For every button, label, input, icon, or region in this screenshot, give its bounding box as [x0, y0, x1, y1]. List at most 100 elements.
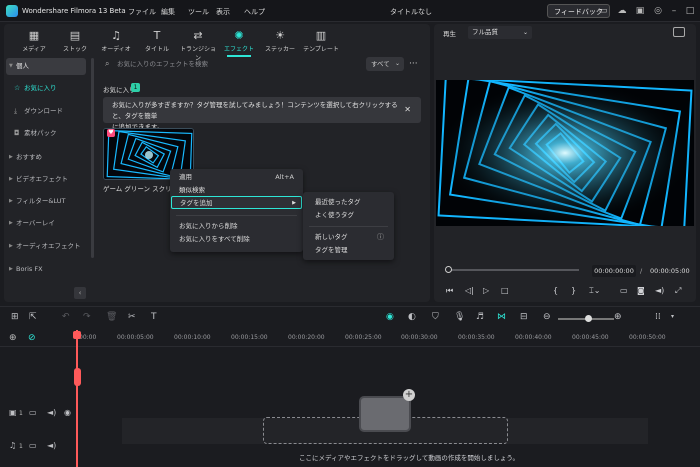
filter-dropdown[interactable]: すべて ⌄: [366, 57, 404, 71]
sidebar-item-overlay[interactable]: ▶ オーバーレイ: [6, 215, 86, 232]
monitor-output-icon[interactable]: ▭: [620, 286, 628, 296]
sidebar-item-personal[interactable]: ▼ 個人: [6, 58, 86, 75]
link-icon[interactable]: ⊟: [520, 312, 528, 322]
menu-divider: [309, 226, 388, 227]
zoom-in-icon[interactable]: ⊕: [614, 312, 622, 322]
tab-label: オーディオ: [101, 46, 131, 53]
preview-scrubber-handle[interactable]: [445, 266, 452, 273]
chevron-right-icon: ▶: [9, 176, 13, 182]
current-timecode[interactable]: 00:00:00:00: [592, 265, 636, 277]
help-icon[interactable]: ⓘ: [377, 231, 384, 244]
menu-label: お気に入りをすべて削除: [179, 235, 250, 243]
redo-icon[interactable]: ↷: [83, 312, 91, 322]
sidebar-item-material-pack[interactable]: ◘ 素材パック: [14, 125, 86, 142]
camera-snapshot-icon[interactable]: ◙: [637, 286, 645, 296]
sidebar-item-downloads[interactable]: ⤓ ダウンロード: [14, 103, 86, 120]
menu-item-add-tag[interactable]: タグを追加 ▶: [171, 196, 302, 209]
sidebar-item-recommended[interactable]: ▶ おすすめ: [6, 149, 86, 166]
maximize-icon[interactable]: □: [684, 5, 696, 17]
magnet-snap-icon[interactable]: ⋈: [497, 312, 506, 322]
minimize-icon[interactable]: –: [668, 5, 680, 17]
tab-transition[interactable]: ⇄ トランジション: [178, 27, 218, 62]
menu-item-remove-all-favorites[interactable]: お気に入りをすべて削除: [170, 233, 303, 246]
mute-icon[interactable]: ◄): [47, 408, 56, 417]
menu-item-remove-favorite[interactable]: お気に入りから削除: [170, 220, 303, 233]
tab-effect[interactable]: ✺ エフェクト: [219, 27, 259, 57]
collapse-sidebar-button[interactable]: ‹: [74, 287, 86, 299]
menu-tools[interactable]: ツール: [188, 7, 209, 17]
submenu-item-new-tag[interactable]: 新しいタグ ⓘ: [303, 231, 394, 244]
add-media-icon[interactable]: +: [403, 389, 415, 401]
submenu-item-manage-tags[interactable]: タグを管理: [303, 244, 394, 257]
stop-icon[interactable]: □: [501, 286, 509, 296]
stock-icon: ▤: [69, 29, 81, 42]
tab-audio[interactable]: ♫ オーディオ: [96, 27, 136, 55]
submenu-item-recent-tags[interactable]: 最近使ったタグ: [303, 196, 394, 209]
shortcut-label: Alt+A: [275, 173, 294, 181]
sidebar-item-favorites[interactable]: ☆ お気に入り: [14, 80, 86, 97]
cloud-upload-icon[interactable]: ☁: [616, 5, 628, 17]
add-track-icon[interactable]: ⊕: [9, 333, 17, 343]
folder-icon[interactable]: ▭: [29, 441, 37, 450]
link-track-icon[interactable]: ⊘: [28, 333, 36, 343]
search-input[interactable]: ⌕ お気に入りのエフェクトを検索: [103, 56, 361, 72]
favorite-heart-icon[interactable]: ♥: [107, 129, 115, 137]
chevron-down-icon[interactable]: ▾: [671, 312, 674, 322]
fullscreen-icon[interactable]: ⤢: [675, 286, 681, 296]
folder-icon[interactable]: ▭: [29, 408, 37, 417]
display-settings-icon[interactable]: ⌶⌄: [589, 286, 601, 296]
select-pointer-icon[interactable]: ⇱: [29, 312, 37, 322]
playhead-handle-top[interactable]: [73, 331, 81, 339]
more-options-icon[interactable]: ···: [409, 57, 418, 71]
sidebar-item-video-effects[interactable]: ▶ ビデオエフェクト: [6, 171, 86, 188]
playback-label: 再生: [443, 30, 456, 38]
playhead-drag-handle[interactable]: [74, 368, 81, 386]
zoom-slider-handle[interactable]: [585, 315, 592, 322]
sidebar-scrollbar[interactable]: [91, 58, 94, 258]
render-icon[interactable]: ◉: [386, 312, 394, 322]
mark-out-icon[interactable]: }: [571, 286, 576, 296]
microphone-icon[interactable]: 🎙: [454, 312, 465, 322]
ai-icon[interactable]: ◐: [408, 312, 416, 322]
grid-layout-icon[interactable]: ⊞: [11, 312, 19, 322]
play-icon[interactable]: ▷: [483, 286, 489, 296]
monitor-icon[interactable]: ▭: [597, 5, 609, 17]
close-icon[interactable]: ✕: [404, 104, 411, 115]
menu-help[interactable]: ヘルプ: [244, 7, 265, 17]
step-back-icon[interactable]: ◁|: [465, 286, 474, 296]
zoom-out-icon[interactable]: ⊖: [543, 312, 551, 322]
tab-media[interactable]: ▦ メディア: [14, 27, 54, 55]
support-icon[interactable]: ◎: [652, 5, 664, 17]
tab-sticker[interactable]: ☀ ステッカー: [260, 27, 300, 55]
undo-icon[interactable]: ↶: [62, 312, 70, 322]
playhead-line[interactable]: [76, 330, 78, 467]
sidebar-item-boris-fx[interactable]: ▶ Boris FX: [6, 261, 86, 278]
split-scissors-icon[interactable]: ✂: [128, 312, 136, 322]
mark-in-icon[interactable]: {: [553, 286, 558, 296]
menu-edit[interactable]: 編集: [161, 7, 175, 17]
total-timecode: 00:00:05:00: [650, 267, 690, 275]
tab-template[interactable]: ▥ テンプレート: [301, 27, 341, 55]
text-tool-icon[interactable]: T: [151, 312, 157, 322]
tab-stock[interactable]: ▤ ストック: [55, 27, 95, 55]
marker-icon[interactable]: ⛉: [432, 312, 439, 322]
menu-view[interactable]: 表示: [216, 7, 230, 17]
menu-file[interactable]: ファイル: [128, 7, 156, 17]
snapshot-image-icon[interactable]: [673, 27, 685, 37]
menu-item-apply[interactable]: 適用 Alt+A: [170, 171, 303, 184]
quality-dropdown[interactable]: フル品質 ⌄: [468, 26, 532, 39]
submenu-item-frequent-tags[interactable]: よく使うタグ: [303, 209, 394, 222]
timeline-layout-icon[interactable]: ⁞⁞: [655, 312, 661, 322]
sidebar-item-filter-lut[interactable]: ▶ フィルター&LUT: [6, 193, 86, 210]
eye-icon[interactable]: ◉: [64, 408, 71, 417]
mute-icon[interactable]: ◄): [47, 441, 56, 450]
save-icon[interactable]: ▣: [634, 5, 646, 17]
audio-mixer-icon[interactable]: ♬: [476, 312, 484, 322]
delete-icon[interactable]: 🗑: [106, 312, 117, 322]
volume-icon[interactable]: ◄): [655, 286, 664, 296]
sidebar-item-audio-effects[interactable]: ▶ オーディオエフェクト: [6, 238, 86, 255]
ruler-tick-label: 00:00:40:00: [515, 334, 552, 341]
prev-frame-icon[interactable]: ⏮: [446, 286, 453, 296]
tab-title[interactable]: T タイトル: [137, 27, 177, 55]
preview-scrubber-track[interactable]: [447, 269, 579, 271]
